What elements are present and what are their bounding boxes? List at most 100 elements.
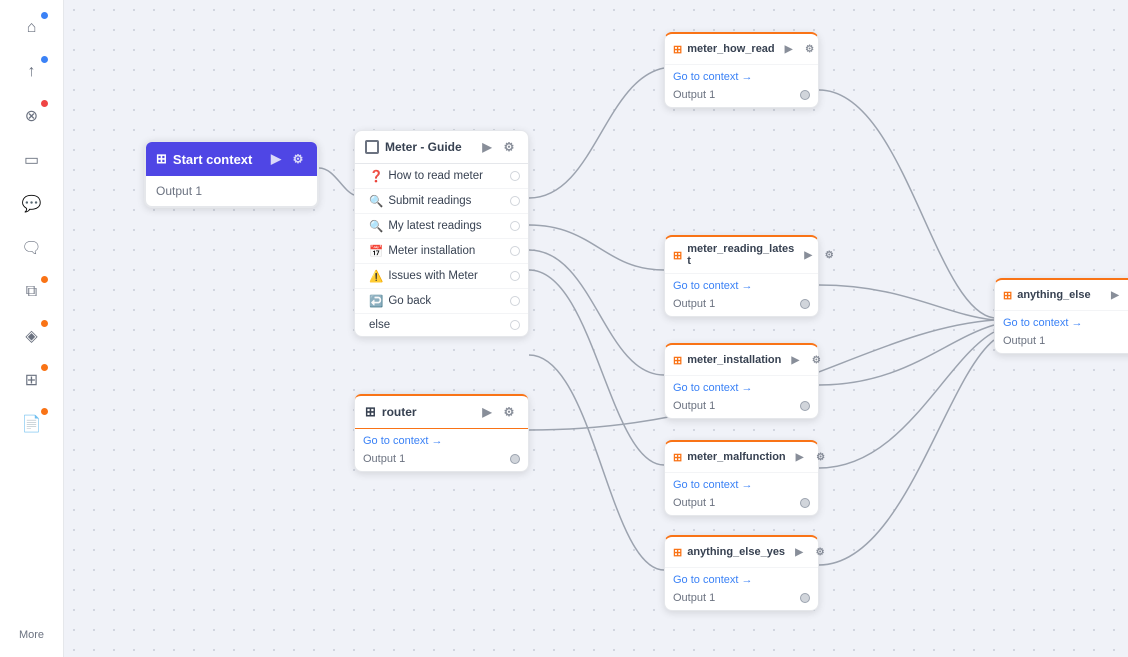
anything-else-yes-link[interactable]: Go to context → <box>673 574 810 586</box>
file-icon: 📄 <box>22 414 42 434</box>
meter-malfunction-settings[interactable]: ⚙ <box>812 448 830 466</box>
meter-malfunction-output-dot <box>800 498 810 508</box>
menu-item-go-back[interactable]: ↩️ Go back <box>355 289 528 314</box>
submit-readings-label: Submit readings <box>388 195 471 207</box>
meter-guide-title: Meter - Guide <box>385 140 462 154</box>
meter-installation-header: ⊞ meter_installation ▶ ⚙ <box>665 345 818 376</box>
menu-item-submit-readings[interactable]: 🔍 Submit readings <box>355 189 528 214</box>
meter-how-read-settings[interactable]: ⚙ <box>801 40 819 58</box>
start-context-title: Start context <box>173 152 252 167</box>
sidebar-item-message2[interactable]: 🗨 <box>12 228 52 268</box>
anything-else-play[interactable]: ▶ <box>1106 286 1124 304</box>
router-header: ⊞ router ▶ ⚙ <box>355 394 528 429</box>
menu-item-latest-readings[interactable]: 🔍 My latest readings <box>355 214 528 239</box>
start-context-body: Output 1 <box>146 176 317 206</box>
meter-malfunction-output-label: Output 1 <box>673 497 715 509</box>
meter-how-read-link[interactable]: Go to context → <box>673 71 810 83</box>
router-icon: ⊞ <box>365 404 376 420</box>
meter-reading-latest-title: meter_reading_lates t <box>687 243 794 267</box>
meter-malfunction-title: meter_malfunction <box>687 451 785 463</box>
router-settings[interactable]: ⚙ <box>500 403 518 421</box>
anything-else-node: ⊞ anything_else ▶ ⚙ Go to context → Outp… <box>994 278 1128 354</box>
anything-else-yes-output-label: Output 1 <box>673 592 715 604</box>
diamond-icon: ◈ <box>25 326 37 346</box>
meter-installation-output: Output 1 <box>673 400 810 412</box>
meter-guide-settings[interactable]: ⚙ <box>500 138 518 156</box>
anything-else-header: ⊞ anything_else ▶ ⚙ <box>995 280 1128 311</box>
meter-reading-latest-link[interactable]: Go to context → <box>673 280 810 292</box>
message-icon: 💬 <box>22 194 42 214</box>
grid-dot <box>41 364 48 371</box>
sidebar-item-chat[interactable]: ▭ <box>12 140 52 180</box>
grid-icon: ⊞ <box>25 370 38 390</box>
sidebar-item-error[interactable]: ⊗ <box>12 96 52 136</box>
anything-else-yes-node: ⊞ anything_else_yes ▶ ⚙ Go to context → … <box>664 535 819 611</box>
sidebar-item-import[interactable]: ↑ <box>12 52 52 92</box>
menu-item-else[interactable]: else <box>355 314 528 336</box>
sidebar-item-message[interactable]: 💬 <box>12 184 52 224</box>
issues-label: Issues with Meter <box>388 270 477 282</box>
chat-icon: ▭ <box>24 150 39 170</box>
start-play-button[interactable]: ▶ <box>267 150 285 168</box>
meter-installation-play[interactable]: ▶ <box>786 351 804 369</box>
copy-icon: ⧉ <box>26 283 37 301</box>
meter-installation-link[interactable]: Go to context → <box>673 382 810 394</box>
anything-else-yes-settings[interactable]: ⚙ <box>811 543 829 561</box>
anything-else-yes-link-label: Go to context → <box>673 574 752 586</box>
meter-malfunction-output: Output 1 <box>673 497 810 509</box>
meter-reading-latest-body: Go to context → Output 1 <box>665 274 818 316</box>
meter-installation-body: Go to context → Output 1 <box>665 376 818 418</box>
else-label: else <box>369 319 390 331</box>
installation-icon: 📅 <box>369 244 383 258</box>
message2-icon: 🗨 <box>21 238 41 258</box>
meter-malfunction-play[interactable]: ▶ <box>791 448 809 466</box>
anything-else-yes-output: Output 1 <box>673 592 810 604</box>
sidebar-item-home[interactable]: ⌂ <box>12 8 52 48</box>
meter-guide-play[interactable]: ▶ <box>478 138 496 156</box>
menu-item-issues[interactable]: ⚠️ Issues with Meter <box>355 264 528 289</box>
sidebar-item-grid[interactable]: ⊞ <box>12 360 52 400</box>
meter-installation-output-dot <box>800 401 810 411</box>
latest-readings-icon: 🔍 <box>369 219 383 233</box>
anything-else-output-label: Output 1 <box>1003 335 1045 347</box>
meter-how-read-output-dot <box>800 90 810 100</box>
router-body: Go to context → Output 1 <box>355 429 528 471</box>
home-icon: ⌂ <box>27 19 37 37</box>
router-output: Output 1 <box>363 453 520 465</box>
meter-reading-latest-play[interactable]: ▶ <box>799 246 817 264</box>
sidebar-item-diamond[interactable]: ◈ <box>12 316 52 356</box>
anything-else-yes-icon: ⊞ <box>673 546 682 559</box>
meter-reading-latest-node: ⊞ meter_reading_lates t ▶ ⚙ Go to contex… <box>664 235 819 317</box>
meter-how-read-play[interactable]: ▶ <box>780 40 798 58</box>
meter-malfunction-link-label: Go to context → <box>673 479 752 491</box>
sidebar-more[interactable]: More <box>19 621 44 649</box>
meter-reading-latest-output-dot <box>800 299 810 309</box>
anything-else-yes-play[interactable]: ▶ <box>790 543 808 561</box>
anything-else-link[interactable]: Go to context → <box>1003 317 1128 329</box>
anything-else-yes-body: Go to context → Output 1 <box>665 568 818 610</box>
sidebar-item-copy[interactable]: ⧉ <box>12 272 52 312</box>
meter-malfunction-link[interactable]: Go to context → <box>673 479 810 491</box>
meter-installation-settings[interactable]: ⚙ <box>807 351 825 369</box>
issues-icon: ⚠️ <box>369 269 383 283</box>
meter-reading-latest-settings[interactable]: ⚙ <box>820 246 838 264</box>
latest-readings-label: My latest readings <box>388 220 481 232</box>
router-go-to-context[interactable]: Go to context → <box>363 435 520 447</box>
menu-item-how-to-read[interactable]: ❓ How to read meter <box>355 164 528 189</box>
import-dot <box>41 56 48 63</box>
start-context-node: ⊞ Start context ▶ ⚙ Output 1 <box>144 140 319 208</box>
menu-item-installation[interactable]: 📅 Meter installation <box>355 239 528 264</box>
meter-installation-icon: ⊞ <box>673 354 682 367</box>
router-play[interactable]: ▶ <box>478 403 496 421</box>
start-output-label: Output 1 <box>156 184 202 198</box>
meter-how-read-output-label: Output 1 <box>673 89 715 101</box>
meter-reading-latest-icon: ⊞ <box>673 249 682 262</box>
go-back-icon: ↩️ <box>369 294 383 308</box>
go-back-label: Go back <box>388 295 431 307</box>
sidebar-item-file[interactable]: 📄 <box>12 404 52 444</box>
start-settings-button[interactable]: ⚙ <box>289 150 307 168</box>
anything-else-output: Output 1 <box>1003 335 1128 347</box>
anything-else-link-label: Go to context → <box>1003 317 1082 329</box>
settings-icon: ⚙ <box>293 152 304 166</box>
meter-reading-latest-header: ⊞ meter_reading_lates t ▶ ⚙ <box>665 237 818 274</box>
